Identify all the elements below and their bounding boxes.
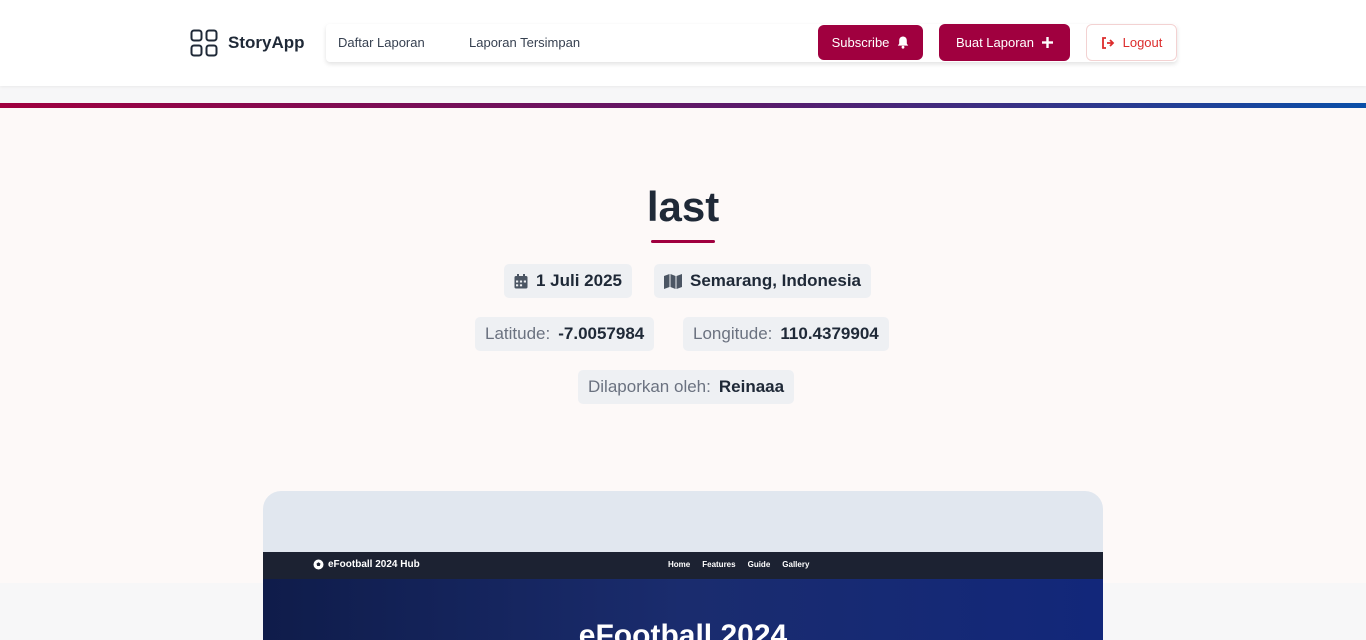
image-link-gallery: Gallery [782, 560, 810, 569]
subscribe-label: Subscribe [831, 35, 890, 50]
story-title: last [646, 183, 720, 230]
map-icon [664, 273, 682, 289]
top-navbar: StoryApp Daftar Laporan Laporan Tersimpa… [0, 0, 1366, 86]
longitude-badge: Longitude: 110.4379904 [683, 317, 889, 351]
plus-icon [1042, 37, 1054, 48]
brand-name: StoryApp [228, 33, 305, 52]
image-link-guide: Guide [747, 560, 771, 569]
bell-icon [898, 36, 909, 49]
location-badge: Semarang, Indonesia [654, 264, 871, 298]
longitude-label: Longitude: [693, 324, 773, 343]
reporter-badge: Dilaporkan oleh: Reinaaa [578, 370, 795, 404]
brand[interactable]: StoryApp [190, 29, 305, 57]
image-site-links: Home Features Guide Gallery [668, 560, 809, 569]
logout-label: Logout [1122, 35, 1163, 50]
grid-icon [190, 29, 218, 57]
sign-out-icon [1101, 36, 1114, 49]
latitude-label: Latitude: [485, 324, 551, 343]
logout-button[interactable]: Logout [1086, 24, 1177, 61]
subscribe-button[interactable]: Subscribe [818, 25, 923, 60]
latitude-badge: Latitude: -7.0057984 [475, 317, 655, 351]
image-site-hero: eFootball 2024 [263, 579, 1103, 640]
reporter-value: Reinaaa [718, 377, 785, 396]
image-site-headline: eFootball 2024 [578, 619, 788, 640]
image-link-home: Home [668, 560, 691, 569]
location-value: Semarang, Indonesia [690, 271, 861, 290]
title-underline [651, 240, 715, 243]
latitude-value: -7.0057984 [558, 324, 645, 343]
reporter-label: Dilaporkan oleh: [588, 377, 711, 396]
nav-link-laporan-tersimpan[interactable]: Laporan Tersimpan [469, 35, 580, 50]
nav-link-daftar-laporan[interactable]: Daftar Laporan [338, 35, 425, 50]
create-report-label: Buat Laporan [955, 35, 1035, 50]
create-report-button[interactable]: Buat Laporan [939, 24, 1070, 61]
image-site-brand: eFootball 2024 Hub [313, 559, 420, 570]
image-site-name: eFootball 2024 Hub [328, 559, 420, 570]
story-image: eFootball 2024 Hub Home Features Guide G… [263, 491, 1103, 640]
date-value: 1 Juli 2025 [536, 271, 623, 290]
image-site-navbar: eFootball 2024 Hub Home Features Guide G… [263, 552, 1103, 579]
longitude-value: 110.4379904 [780, 324, 879, 343]
soccer-ball-icon [313, 559, 324, 570]
date-badge: 1 Juli 2025 [504, 264, 633, 298]
calendar-icon [514, 273, 528, 288]
image-link-features: Features [702, 560, 736, 569]
